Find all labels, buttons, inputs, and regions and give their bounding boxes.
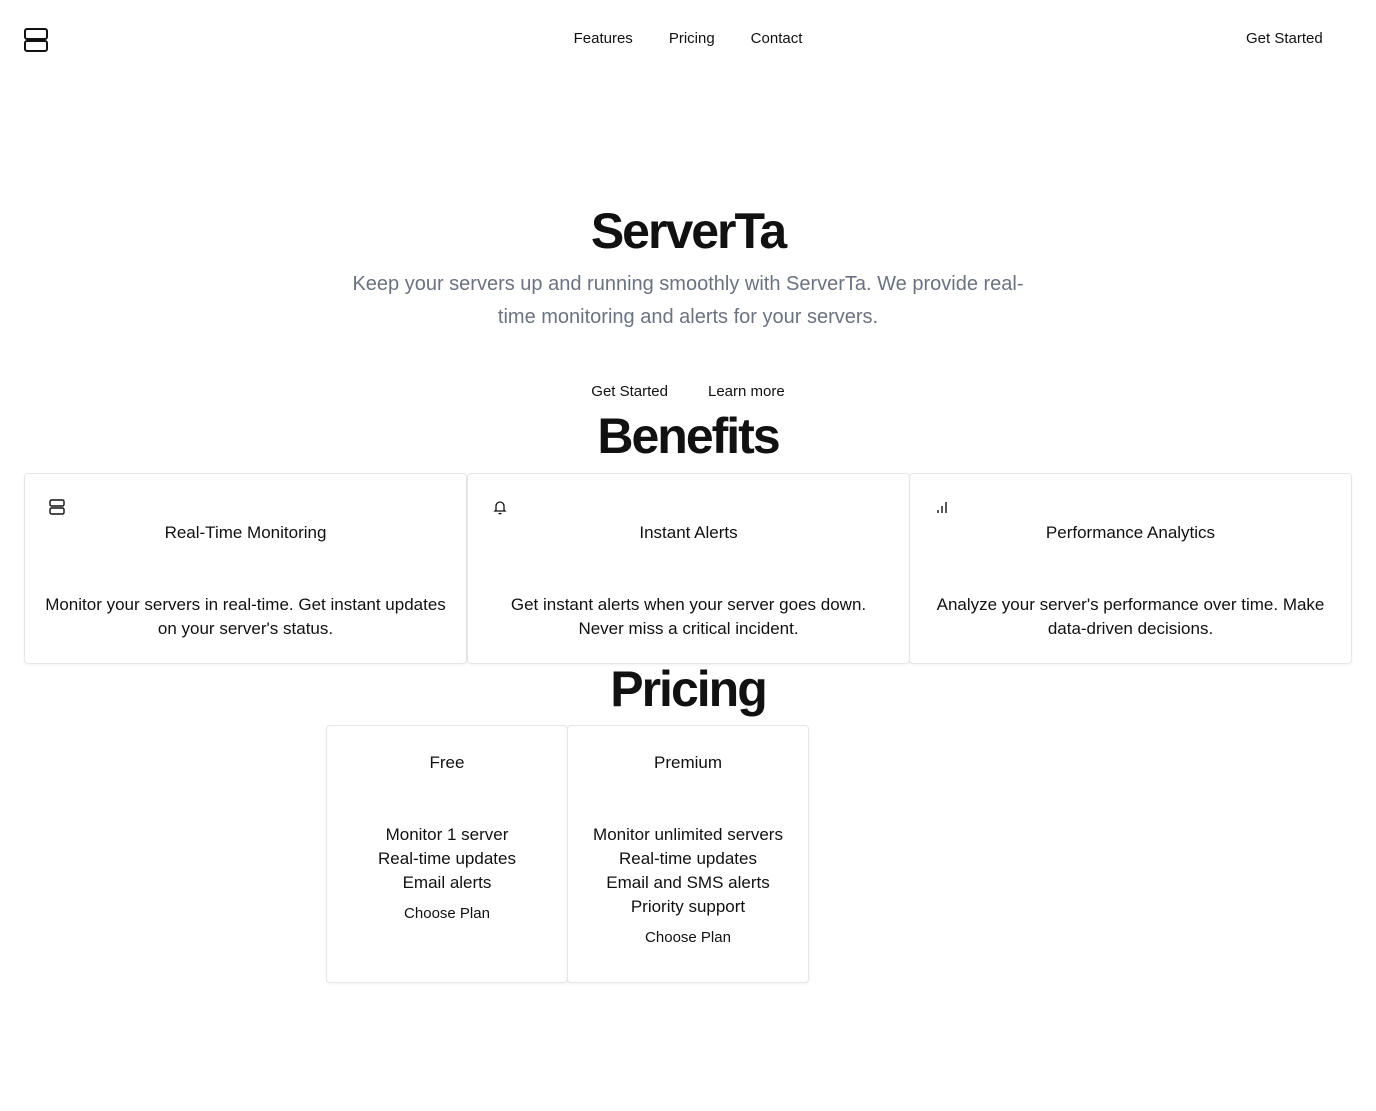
server-icon	[49, 499, 65, 515]
site-header: Features Pricing Contact Get Started	[0, 0, 1376, 80]
hero-learn-more-button[interactable]: Learn more	[708, 383, 785, 400]
plan-feature: Email and SMS alerts	[606, 873, 770, 892]
plan-feature: Real-time updates	[378, 849, 516, 868]
benefit-title: Real-Time Monitoring	[164, 523, 327, 542]
choose-plan-button[interactable]: Choose Plan	[327, 902, 567, 926]
nav-contact-link[interactable]: Contact	[751, 30, 803, 47]
benefit-card-alerts: Instant Alerts Get instant alerts when y…	[467, 473, 910, 664]
nav-pricing-link[interactable]: Pricing	[669, 30, 715, 47]
plan-name: Premium	[653, 753, 722, 772]
hero-get-started-button[interactable]: Get Started	[591, 383, 668, 400]
hero-subtitle: Keep your servers up and running smoothl…	[352, 273, 1024, 328]
plan-feature: Email alerts	[402, 873, 492, 892]
plan-features: Monitor 1 server Real-time updates Email…	[327, 823, 567, 926]
hero-title: ServerTa	[590, 203, 787, 259]
choose-plan-button[interactable]: Choose Plan	[568, 926, 808, 950]
benefit-card-monitoring: Real-Time Monitoring Monitor your server…	[24, 473, 467, 664]
benefit-description: Get instant alerts when your server goes…	[510, 595, 867, 638]
benefit-title: Performance Analytics	[1045, 523, 1216, 542]
benefits-heading: Benefits	[597, 408, 780, 464]
plan-feature: Priority support	[630, 897, 746, 916]
page: Features Pricing Contact Get Started Ser…	[0, 0, 1376, 1111]
plan-card-free: Free Monitor 1 server Real-time updates …	[326, 725, 568, 983]
main-nav: Features Pricing Contact	[0, 30, 1376, 47]
hero-actions: Get Started Learn more	[0, 383, 1376, 400]
header-get-started-button[interactable]: Get Started	[1246, 30, 1323, 47]
benefit-card-analytics: Performance Analytics Analyze your serve…	[909, 473, 1352, 664]
plan-feature: Real-time updates	[619, 849, 757, 868]
plan-features: Monitor unlimited servers Real-time upda…	[568, 823, 808, 950]
nav-features-link[interactable]: Features	[574, 30, 633, 47]
bell-icon	[492, 499, 508, 515]
pricing-heading: Pricing	[610, 661, 767, 717]
plan-feature: Monitor unlimited servers	[593, 825, 783, 844]
benefit-title: Instant Alerts	[639, 523, 738, 542]
plan-card-premium: Premium Monitor unlimited servers Real-t…	[567, 725, 809, 983]
benefit-description: Monitor your servers in real-time. Get i…	[45, 595, 446, 638]
plan-feature: Monitor 1 server	[385, 825, 509, 844]
bar-chart-icon	[934, 499, 950, 515]
plan-name: Free	[429, 753, 465, 772]
benefit-description: Analyze your server's performance over t…	[936, 595, 1325, 638]
